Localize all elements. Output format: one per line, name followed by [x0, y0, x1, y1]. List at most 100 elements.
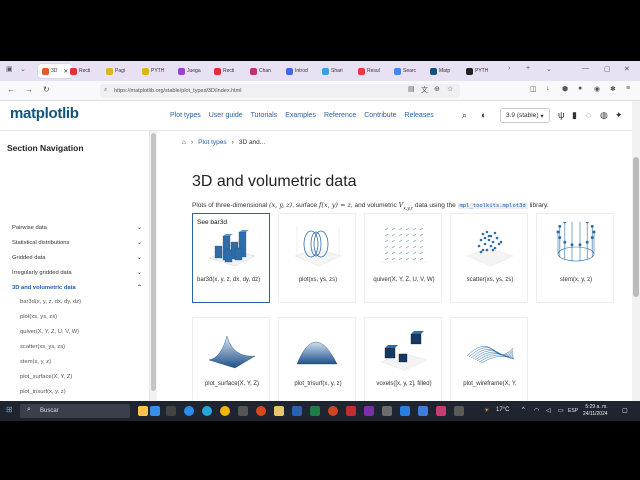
theme-toggle-icon[interactable]: ◐ — [481, 110, 486, 120]
gallery-card-scatter[interactable]: scatter(xs, ys, zs) — [450, 213, 528, 303]
nav-link-5[interactable]: Contribute — [364, 112, 396, 119]
browser-tab-9[interactable]: Resul — [358, 64, 380, 78]
nav-link-1[interactable]: User guide — [209, 112, 243, 119]
search-icon[interactable]: ⌕ — [462, 110, 467, 121]
sidebar-item-4[interactable]: 3D and volumetric data ⌃ — [12, 285, 147, 291]
task-view-icon[interactable] — [166, 406, 176, 416]
reader-view-icon[interactable]: ▤ — [408, 85, 415, 93]
sidebar-subitem-2[interactable]: quiver(X, Y, Z, U, V, W) — [20, 329, 79, 335]
list-all-tabs-icon[interactable]: ⌄ — [546, 65, 552, 73]
nav-link-3[interactable]: Examples — [285, 112, 316, 119]
vscode-icon[interactable] — [400, 406, 410, 416]
forward-icon[interactable]: → — [25, 85, 33, 94]
account-icon[interactable]: ◉ — [594, 85, 600, 93]
sidebar-subitem-4[interactable]: stem(x, y, z) — [20, 359, 51, 365]
onenote-icon[interactable] — [364, 406, 374, 416]
mplot3d-link[interactable]: mpl_toolkits.mplot3d — [457, 203, 528, 209]
browser-tab-11[interactable]: Matp — [430, 64, 450, 78]
terminal-icon[interactable] — [418, 406, 428, 416]
gallery-card-stem[interactable]: stem(x, y, z) — [536, 213, 614, 303]
translate-icon[interactable]: 文 — [421, 85, 428, 95]
notifications-icon[interactable]: ▢ — [622, 407, 628, 414]
app2-icon[interactable] — [382, 406, 392, 416]
edge-icon[interactable] — [184, 406, 194, 416]
browser-tab-0[interactable]: 3D ✕ — [38, 64, 73, 78]
zoom-icon[interactable]: ⊕ — [434, 85, 440, 93]
tab-close-icon[interactable]: ✕ — [63, 68, 68, 75]
sidebar-item-0[interactable]: Pairwise data ⌄ — [12, 225, 147, 231]
browser-tab-10[interactable]: Searc — [394, 64, 416, 78]
browser-tab-8[interactable]: Shari — [322, 64, 343, 78]
battery-icon[interactable]: ▭ — [558, 407, 564, 414]
sidebar-scroll-thumb[interactable] — [151, 133, 156, 391]
browser-tab-12[interactable]: PYTH — [466, 64, 488, 78]
tab-list-icon[interactable]: ⌄ — [20, 65, 26, 73]
gallery-card-caption[interactable]: voxels([x, y, z], filled) — [369, 380, 439, 388]
gallery-card-quiver[interactable]: quiver(X, Y, Z, U, V, W) — [364, 213, 442, 303]
language-indicator[interactable]: ESP — [568, 408, 578, 414]
sidebar-scrollbar[interactable] — [150, 131, 157, 401]
weather-icon[interactable]: ☀ — [484, 407, 489, 414]
adblock-icon[interactable]: ● — [578, 85, 582, 92]
temperature[interactable]: 17°C — [496, 407, 509, 413]
app3-icon[interactable] — [436, 406, 446, 416]
browser-tab-1[interactable]: Recti — [70, 64, 90, 78]
nav-link-0[interactable]: Plot types — [170, 112, 201, 119]
url-bar[interactable]: ⌕ https://matplotlib.org/stable/plot_typ… — [100, 84, 460, 98]
firefox-icon[interactable] — [256, 406, 266, 416]
version-switcher[interactable]: 3.9 (stable) ▾ — [500, 108, 550, 123]
gallery-card-caption[interactable]: scatter(xs, ys, zs) — [455, 276, 525, 284]
app4-icon[interactable] — [454, 406, 464, 416]
browser-tab-6[interactable]: Chan — [250, 64, 271, 78]
new-tab-icon[interactable]: + — [526, 65, 530, 72]
discourse-icon[interactable]: ψ — [558, 110, 564, 120]
pocket-icon[interactable]: ◫ — [530, 85, 537, 93]
gallery-card-bar3d[interactable]: See bar3d bar3d(x, y, z, dx, dy, dz) — [192, 213, 270, 303]
wifi-icon[interactable]: ◠ — [534, 407, 539, 414]
close-window-icon[interactable]: ✕ — [624, 65, 630, 73]
word-icon[interactable] — [292, 406, 302, 416]
explorer-icon[interactable] — [274, 406, 284, 416]
firefox-view-icon[interactable]: ▣ — [6, 65, 13, 73]
windows-start-icon[interactable]: ⊞ — [6, 405, 13, 414]
gallery-card-voxels[interactable]: voxels([x, y, z], filled) — [364, 317, 442, 401]
sidebar-subitem-5[interactable]: plot_surface(X, Y, Z) — [20, 374, 72, 380]
powerpoint-icon[interactable] — [328, 406, 338, 416]
gallery-card-caption[interactable]: stem(x, y, z) — [541, 276, 611, 284]
gallery-card-caption[interactable]: plot_surface(X, Y, Z) — [197, 380, 267, 388]
github-icon[interactable]: ◍ — [600, 110, 608, 121]
chevron-up-icon[interactable]: ⌃ — [137, 284, 142, 291]
page-scrollbar[interactable] — [632, 101, 640, 401]
sidebar-subitem-3[interactable]: scatter(xs, ys, zs) — [20, 344, 65, 350]
home-icon[interactable]: ⌂ — [182, 139, 186, 146]
gallery-card-caption[interactable]: plot_trisurf(x, y, z) — [283, 380, 353, 388]
volume-icon[interactable]: ◁ — [546, 407, 551, 414]
nav-link-6[interactable]: Releases — [405, 112, 434, 119]
sidebar-item-1[interactable]: Statistical distributions ⌄ — [12, 240, 147, 246]
taskbar-search[interactable]: ⌕ Buscar — [20, 404, 130, 418]
downloads-icon[interactable]: ↓ — [546, 85, 550, 92]
gallery-card-plot-surface[interactable]: plot_surface(X, Y, Z) — [192, 317, 270, 401]
reload-icon[interactable]: ↻ — [43, 85, 50, 94]
gallery-card-caption[interactable]: quiver(X, Y, Z, U, V, W) — [369, 276, 439, 284]
maximize-icon[interactable]: ▢ — [604, 65, 611, 73]
sidebar-subitem-0[interactable]: bar3d(x, y, z, dx, dy, dz) — [20, 299, 81, 305]
matplotlib-logo[interactable]: matplotlib — [10, 105, 79, 122]
browser-tab-7[interactable]: Introd — [286, 64, 308, 78]
edge-beta-icon[interactable] — [202, 406, 212, 416]
gallery-card-caption[interactable]: plot(xs, ys, zs) — [283, 276, 353, 284]
sidebar-subitem-6[interactable]: plot_trisurf(x, y, z) — [20, 389, 66, 395]
excel-icon[interactable] — [310, 406, 320, 416]
browser-tab-4[interactable]: Juega — [178, 64, 201, 78]
back-icon[interactable]: ← — [7, 85, 15, 94]
menu-icon[interactable]: ≡ — [626, 85, 630, 92]
nav-link-4[interactable]: Reference — [324, 112, 356, 119]
app-icon[interactable] — [238, 406, 248, 416]
breadcrumb-plot-types[interactable]: Plot types — [198, 139, 227, 146]
page-scroll-thumb[interactable] — [633, 157, 639, 297]
scroll-tabs-icon[interactable]: › — [508, 65, 510, 72]
sidebar-item-2[interactable]: Gridded data ⌄ — [12, 255, 147, 261]
chrome-icon[interactable] — [220, 406, 230, 416]
tray-expand-icon[interactable]: ^ — [522, 407, 525, 413]
browser-tab-5[interactable]: Recti — [214, 64, 234, 78]
